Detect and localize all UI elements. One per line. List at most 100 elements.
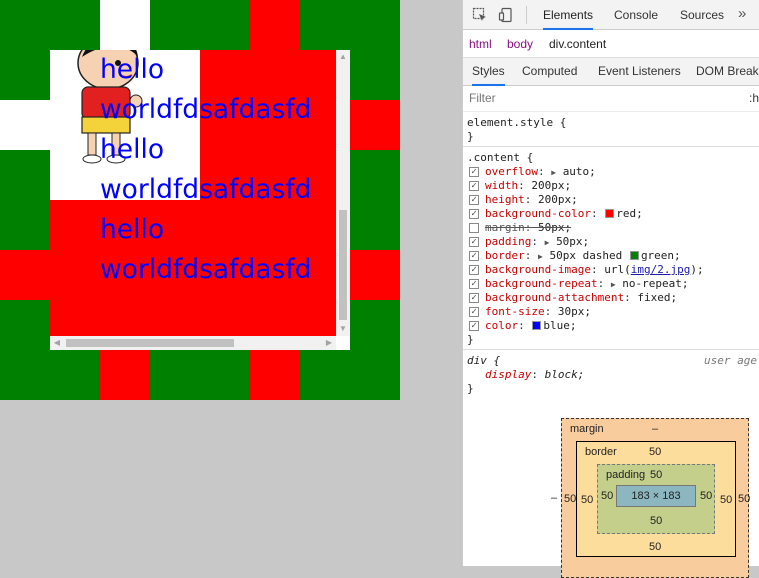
background-red-segment (350, 250, 400, 300)
declaration-checkbox[interactable]: ✓ (469, 167, 479, 177)
expand-triangle-icon[interactable]: ▶ (611, 280, 616, 289)
padding-top-value[interactable]: 50 (650, 469, 662, 481)
declaration-checkbox[interactable]: ✓ (469, 279, 479, 289)
scroll-right-arrow-icon[interactable]: ▶ (322, 336, 336, 350)
content-line: hello (100, 214, 165, 245)
styles-pane: element.style { } .content { ✓ overflow:… (463, 112, 759, 398)
declaration-display: display: block; (485, 368, 585, 381)
user-agent-stylesheet-label: user age (704, 354, 757, 367)
rule-selector[interactable]: element.style { (467, 116, 759, 130)
color-swatch-blue[interactable] (532, 321, 542, 330)
vertical-scrollbar[interactable]: ▲ ▼ (336, 50, 350, 336)
user-agent-rule: div { user age display: block; } (463, 350, 759, 398)
border-dash-segment (0, 150, 50, 250)
border-dash-segment (350, 300, 400, 350)
declaration-checkbox-unchecked[interactable] (469, 223, 479, 233)
outer-left-dash: – (551, 492, 558, 504)
subtab-dom-breakpoints[interactable]: DOM Breakp (696, 58, 759, 86)
content-div[interactable]: hello worldfdsafdasfd hello worldfdsafda… (50, 50, 350, 350)
background-image-link[interactable]: img/2.jpg (631, 263, 691, 276)
border-dash-segment (350, 150, 400, 250)
margin-right-value[interactable]: 50 (738, 493, 750, 505)
more-tabs-button[interactable]: » (738, 0, 746, 30)
content-line: hello (100, 54, 165, 85)
padding-right-value[interactable]: 50 (700, 490, 712, 502)
tab-console[interactable]: Console (614, 0, 658, 30)
breadcrumb-html[interactable]: html (469, 30, 492, 58)
scroll-up-arrow-icon[interactable]: ▲ (336, 50, 350, 64)
rule-selector[interactable]: .content { (467, 151, 759, 165)
subtab-event-listeners[interactable]: Event Listeners (598, 58, 681, 86)
page-body: hello worldfdsafdasfd hello worldfdsafda… (0, 0, 400, 400)
declaration-checkbox[interactable]: ✓ (469, 265, 479, 275)
background-red-segment (350, 100, 400, 150)
horizontal-scroll-thumb[interactable] (66, 339, 234, 347)
scroll-left-arrow-icon[interactable]: ◀ (50, 336, 64, 350)
devtools-toolbar: Elements Console Sources » (463, 0, 759, 30)
color-swatch-red[interactable] (605, 209, 615, 218)
margin-left-value[interactable]: 50 (564, 493, 576, 505)
devtools-panel: Elements Console Sources » html body div… (462, 0, 759, 578)
declaration-checkbox[interactable]: ✓ (469, 209, 479, 219)
content-rule: .content { ✓ overflow: ▶ auto; ✓ width: … (463, 147, 759, 350)
expand-triangle-icon[interactable]: ▶ (545, 238, 550, 247)
background-red-segment (250, 350, 300, 400)
declaration-height[interactable]: ✓ height: 200px; (467, 193, 759, 207)
box-model-margin[interactable]: margin – 50 50 border 50 50 50 50 paddin… (561, 418, 750, 578)
border-left-value[interactable]: 50 (581, 494, 593, 506)
vertical-scroll-thumb[interactable] (339, 210, 347, 320)
declaration-border[interactable]: ✓ border: ▶ 50px dashed green; (467, 249, 759, 263)
subtab-computed[interactable]: Computed (522, 58, 577, 86)
box-model-padding[interactable]: padding 50 50 50 50 183 × 183 (597, 464, 715, 534)
inspect-element-icon[interactable] (472, 7, 488, 23)
border-bottom-value[interactable]: 50 (649, 541, 661, 553)
declaration-checkbox[interactable]: ✓ (469, 181, 479, 191)
scroll-down-arrow-icon[interactable]: ▼ (336, 322, 350, 336)
declaration-background-color[interactable]: ✓ background-color: red; (467, 207, 759, 221)
content-text: hello worldfdsafdasfd hello worldfdsafda… (100, 50, 340, 290)
declaration-checkbox[interactable]: ✓ (469, 237, 479, 247)
declaration-background-attachment[interactable]: ✓ background-attachment: fixed; (467, 291, 759, 305)
declaration-width[interactable]: ✓ width: 200px; (467, 179, 759, 193)
color-swatch-green[interactable] (629, 251, 639, 260)
declaration-background-repeat[interactable]: ✓ background-repeat: ▶ no-repeat; (467, 277, 759, 291)
margin-label: margin (570, 423, 604, 435)
background-red-segment (0, 250, 50, 300)
scrollbar-corner (336, 336, 350, 350)
subtab-styles[interactable]: Styles (472, 58, 505, 86)
declaration-checkbox[interactable]: ✓ (469, 251, 479, 261)
border-top-value[interactable]: 50 (649, 446, 661, 458)
border-dash-segment (350, 50, 400, 100)
padding-left-value[interactable]: 50 (601, 490, 613, 502)
hover-state-toggle[interactable]: :h (749, 91, 759, 105)
declaration-color[interactable]: ✓ color: blue; (467, 319, 759, 333)
horizontal-scrollbar[interactable]: ◀ ▶ (50, 336, 336, 350)
content-line: worldfdsafdasfd (100, 174, 312, 205)
box-model-border[interactable]: border 50 50 50 50 padding 50 50 50 50 1… (576, 441, 736, 557)
border-right-value[interactable]: 50 (720, 494, 732, 506)
declaration-padding[interactable]: ✓ padding: ▶ 50px; (467, 235, 759, 249)
declaration-background-image[interactable]: ✓ background-image: url(img/2.jpg); (467, 263, 759, 277)
breadcrumb-div-content[interactable]: div.content (549, 30, 606, 58)
border-dash-segment (150, 350, 250, 400)
border-dash-segment (300, 350, 400, 400)
declaration-checkbox[interactable]: ✓ (469, 293, 479, 303)
margin-top-value[interactable]: – (652, 423, 658, 435)
padding-bottom-value[interactable]: 50 (650, 515, 662, 527)
styles-filter-input[interactable] (469, 91, 669, 105)
device-toolbar-icon[interactable] (498, 7, 514, 23)
tab-sources[interactable]: Sources (680, 0, 724, 30)
declaration-font-size[interactable]: ✓ font-size: 30px; (467, 305, 759, 319)
declaration-margin-disabled[interactable]: margin: 50px; (467, 221, 759, 235)
expand-triangle-icon[interactable]: ▶ (551, 168, 556, 177)
breadcrumb-body[interactable]: body (507, 30, 533, 58)
tab-elements[interactable]: Elements (543, 0, 594, 30)
background-red-segment (250, 0, 300, 50)
declaration-checkbox[interactable]: ✓ (469, 321, 479, 331)
declaration-overflow[interactable]: ✓ overflow: ▶ auto; (467, 165, 759, 179)
box-model-content-size[interactable]: 183 × 183 (616, 485, 696, 507)
declaration-checkbox[interactable]: ✓ (469, 307, 479, 317)
browser-viewport: hello worldfdsafdasfd hello worldfdsafda… (0, 0, 462, 566)
expand-triangle-icon[interactable]: ▶ (538, 252, 543, 261)
declaration-checkbox[interactable]: ✓ (469, 195, 479, 205)
